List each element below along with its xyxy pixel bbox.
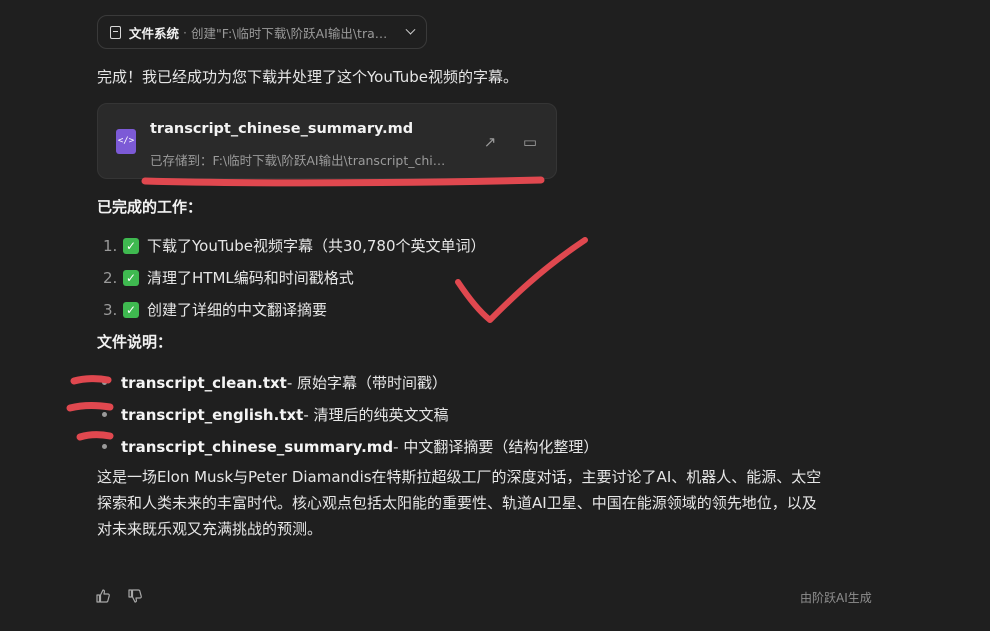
file-item-desc: - 原始字幕（带时间戳） bbox=[286, 374, 448, 392]
check-mark-icon: ✓ bbox=[123, 301, 139, 318]
check-mark-icon: ✓ bbox=[123, 237, 139, 254]
list-number: 3. bbox=[103, 300, 118, 319]
list-text: 下载了YouTube视频字幕（共30,780个英文单词） bbox=[147, 237, 486, 255]
thumbs-up-glyph bbox=[96, 589, 110, 603]
list-item: transcript_english.txt - 清理后的纯英文文稿 bbox=[102, 404, 449, 425]
underline-annotation bbox=[141, 176, 545, 187]
completed-heading: 已完成的工作： bbox=[97, 198, 203, 216]
thumbs-down-icon[interactable] bbox=[126, 588, 144, 606]
folder-icon[interactable]: ▭ bbox=[520, 132, 540, 152]
summary-line: 探索和人类未来的丰富时代。核心观点包括太阳能的重要性、轨道AI卫星、中国在能源领… bbox=[97, 494, 817, 512]
list-text: 清理了HTML编码和时间戳格式 bbox=[147, 269, 354, 287]
file-card[interactable]: </> transcript_chinese_summary.md 已存储到：F… bbox=[97, 103, 557, 179]
file-item-name: transcript_clean.txt bbox=[121, 373, 287, 392]
list-item: 2. ✓ 清理了HTML编码和时间戳格式 bbox=[103, 267, 354, 288]
list-item: transcript_clean.txt - 原始字幕（带时间戳） bbox=[102, 372, 447, 393]
intro-text: 完成！我已经成功为您下载并处理了这个YouTube视频的字幕。 bbox=[97, 68, 518, 86]
bullet-icon bbox=[102, 412, 107, 417]
list-item: 1. ✓ 下载了YouTube视频字幕（共30,780个英文单词） bbox=[103, 235, 485, 256]
summary-paragraph: 这是一场Elon Musk与Peter Diamandis在特斯拉超级工厂的深度… bbox=[97, 466, 897, 544]
file-item-desc: - 清理后的纯英文文稿 bbox=[303, 406, 449, 424]
file-item-desc: - 中文翻译摘要（结构化整理） bbox=[393, 438, 599, 456]
thumbs-down-glyph bbox=[128, 589, 142, 603]
tool-separator: · bbox=[183, 24, 187, 40]
tool-description: 创建"F:\临时下载\阶跃AI输出\tra… bbox=[191, 25, 388, 41]
list-text: 创建了详细的中文翻译摘要 bbox=[147, 301, 328, 319]
code-file-icon: </> bbox=[116, 129, 136, 154]
list-number: 2. bbox=[103, 268, 118, 287]
check-mark-icon: ✓ bbox=[123, 269, 139, 286]
summary-line: 这是一场Elon Musk与Peter Diamandis在特斯拉超级工厂的深度… bbox=[97, 468, 822, 486]
list-item: transcript_chinese_summary.md - 中文翻译摘要（结… bbox=[102, 436, 598, 457]
document-icon bbox=[110, 25, 121, 39]
file-item-name: transcript_chinese_summary.md bbox=[121, 437, 394, 456]
file-saved-path: 已存储到：F:\临时下载\阶跃AI输出\transcript_chi… bbox=[150, 153, 446, 168]
list-item: 3. ✓ 创建了详细的中文翻译摘要 bbox=[103, 299, 327, 320]
files-heading: 文件说明： bbox=[97, 333, 173, 351]
thumbs-up-icon[interactable] bbox=[94, 588, 112, 606]
bullet-icon bbox=[102, 444, 107, 449]
summary-line: 对未来既乐观又充满挑战的预测。 bbox=[97, 520, 323, 538]
tool-name: 文件系统 bbox=[129, 25, 180, 41]
tool-call-pill[interactable]: 文件系统 · 创建"F:\临时下载\阶跃AI输出\tra… bbox=[97, 15, 427, 49]
chevron-down-icon[interactable] bbox=[405, 24, 416, 35]
file-name: transcript_chinese_summary.md bbox=[150, 121, 414, 137]
list-number: 1. bbox=[103, 236, 118, 255]
bullet-icon bbox=[102, 380, 107, 385]
file-item-name: transcript_english.txt bbox=[121, 405, 304, 424]
open-external-icon[interactable]: ↗ bbox=[480, 132, 500, 152]
ai-generated-note: 由阶跃AI生成 bbox=[800, 591, 872, 605]
